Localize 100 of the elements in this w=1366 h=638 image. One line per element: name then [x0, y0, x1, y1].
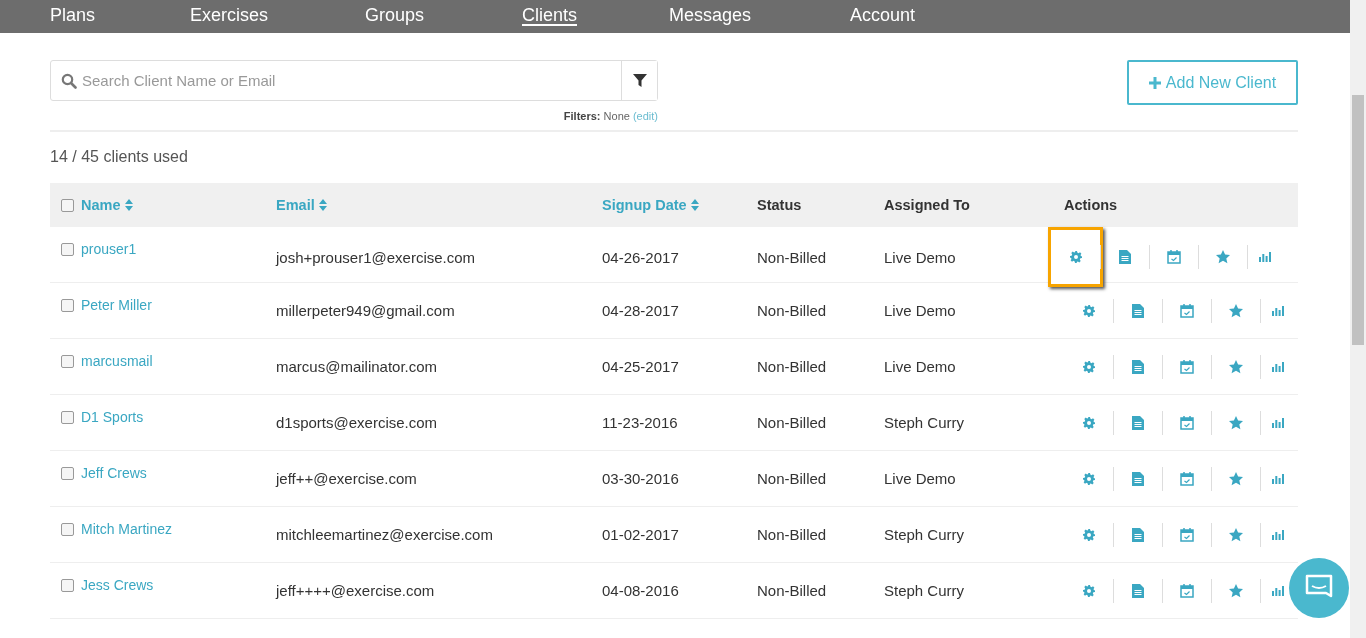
star-icon — [1229, 583, 1243, 598]
assignee-text: Steph Curry — [884, 414, 965, 431]
calendar-icon — [1180, 527, 1194, 542]
nav-tab[interactable]: Plans — [50, 4, 190, 26]
column-header: Assigned To — [884, 197, 970, 213]
nav-tab[interactable]: Messages — [669, 4, 851, 26]
settings-button[interactable] — [1048, 227, 1103, 287]
status-text: Non-Billed — [757, 582, 827, 599]
document-icon — [1132, 583, 1144, 598]
client-name-link[interactable]: Mitch Martinez — [81, 521, 173, 537]
column-header[interactable]: Name — [81, 197, 133, 213]
document-icon — [1132, 471, 1144, 486]
settings-icon — [1082, 304, 1095, 317]
star-icon — [1229, 415, 1243, 430]
bar-chart-icon — [1271, 585, 1284, 596]
sort-icon — [124, 199, 133, 211]
search-bar[interactable]: Search Client Name or Email — [50, 60, 658, 101]
document-icon — [1132, 303, 1144, 318]
email-text: jeff++++@exercise.com — [276, 582, 435, 599]
star-icon — [1229, 303, 1243, 318]
client-name-link[interactable]: Jess Crews — [81, 577, 154, 593]
nav-tab[interactable]: Account — [850, 4, 1022, 26]
filter-button[interactable] — [621, 61, 657, 100]
sort-icon — [318, 199, 327, 211]
column-header[interactable]: Signup Date — [602, 197, 699, 213]
nav-tab[interactable]: Clients — [522, 4, 578, 26]
assignee-text: Live Demo — [884, 248, 956, 266]
calendar-icon — [1180, 415, 1194, 430]
assignee-text: Steph Curry — [884, 582, 965, 599]
assignee-text: Live Demo — [884, 358, 956, 375]
email-text: millerpeter949@gmail.com — [276, 302, 455, 319]
search-icon — [61, 72, 77, 89]
scrollbar[interactable] — [1350, 0, 1366, 638]
column-header: Actions — [1064, 197, 1118, 213]
settings-icon — [1082, 472, 1095, 485]
assignee-text: Steph Curry — [884, 526, 965, 543]
client-name-link[interactable]: Jeff Crews — [81, 465, 147, 481]
status-text: Non-Billed — [757, 414, 827, 431]
checkbox[interactable] — [61, 411, 74, 424]
star-icon — [1229, 359, 1243, 374]
client-name-link[interactable]: D1 Sports — [81, 409, 144, 425]
star-icon — [1229, 471, 1243, 486]
bar-chart-icon — [1271, 361, 1284, 372]
client-name-link[interactable]: marcusmail — [81, 353, 153, 369]
document-icon — [1132, 527, 1144, 542]
status-text: Non-Billed — [757, 470, 827, 487]
column-header[interactable]: Email — [276, 197, 327, 213]
bar-chart-icon — [1271, 529, 1284, 540]
plus-icon — [1148, 76, 1161, 89]
client-name-link[interactable]: Peter Miller — [81, 297, 152, 313]
star-icon — [1216, 250, 1230, 264]
date-text: 01-02-2017 — [602, 526, 679, 543]
document-icon — [1132, 359, 1144, 374]
usage-text: 14 / 45 clients used — [50, 148, 189, 166]
assignee-text: Live Demo — [884, 302, 956, 319]
calendar-icon — [1180, 583, 1194, 598]
calendar-icon — [1180, 471, 1194, 486]
settings-icon — [1082, 360, 1095, 373]
checkbox[interactable] — [61, 355, 74, 368]
add-client-button[interactable]: Add New Client — [1127, 60, 1298, 105]
assignee-text: Live Demo — [884, 470, 956, 487]
bar-chart-icon — [1271, 305, 1284, 316]
status-text: Non-Billed — [757, 302, 827, 319]
checkbox[interactable] — [61, 523, 74, 536]
edit-link[interactable]: (edit) — [632, 110, 658, 122]
column-header: Status — [757, 197, 802, 213]
date-text: 04-25-2017 — [602, 358, 679, 375]
chat-button[interactable] — [1289, 558, 1349, 618]
settings-icon — [1082, 416, 1095, 429]
document-icon — [1132, 415, 1144, 430]
checkbox[interactable] — [61, 579, 74, 592]
calendar-icon — [1167, 250, 1181, 264]
date-text: 04-28-2017 — [602, 302, 679, 319]
email-text: d1sports@exercise.com — [276, 414, 438, 431]
settings-icon — [1082, 584, 1095, 597]
nav-tab[interactable]: Groups — [365, 4, 522, 26]
calendar-icon — [1180, 303, 1194, 318]
filter-icon — [632, 73, 647, 88]
email-text: jeff++@exercise.com — [276, 470, 417, 487]
bar-chart-icon — [1258, 252, 1271, 262]
checkbox[interactable] — [61, 243, 74, 256]
date-text: 03-30-2016 — [602, 470, 679, 487]
settings-icon — [1069, 251, 1082, 263]
email-text: mitchleemartinez@exercise.com — [276, 526, 493, 543]
status-text: Non-Billed — [757, 358, 827, 375]
calendar-icon — [1180, 359, 1194, 374]
nav-tab[interactable]: Exercises — [190, 4, 365, 26]
email-text: josh+prouser1@exercise.com — [276, 248, 476, 266]
bar-chart-icon — [1271, 473, 1284, 484]
checkbox[interactable] — [61, 467, 74, 480]
date-text: 04-08-2016 — [602, 582, 679, 599]
email-text: marcus@mailinator.com — [276, 358, 438, 375]
sort-icon — [690, 199, 699, 211]
filters-value: None — [603, 110, 630, 122]
checkbox[interactable] — [61, 198, 74, 212]
checkbox[interactable] — [61, 299, 74, 312]
date-text: 11-23-2016 — [602, 414, 678, 431]
star-icon — [1229, 527, 1243, 542]
date-text: 04-26-2017 — [602, 248, 679, 266]
client-name-link[interactable]: prouser1 — [81, 241, 137, 257]
